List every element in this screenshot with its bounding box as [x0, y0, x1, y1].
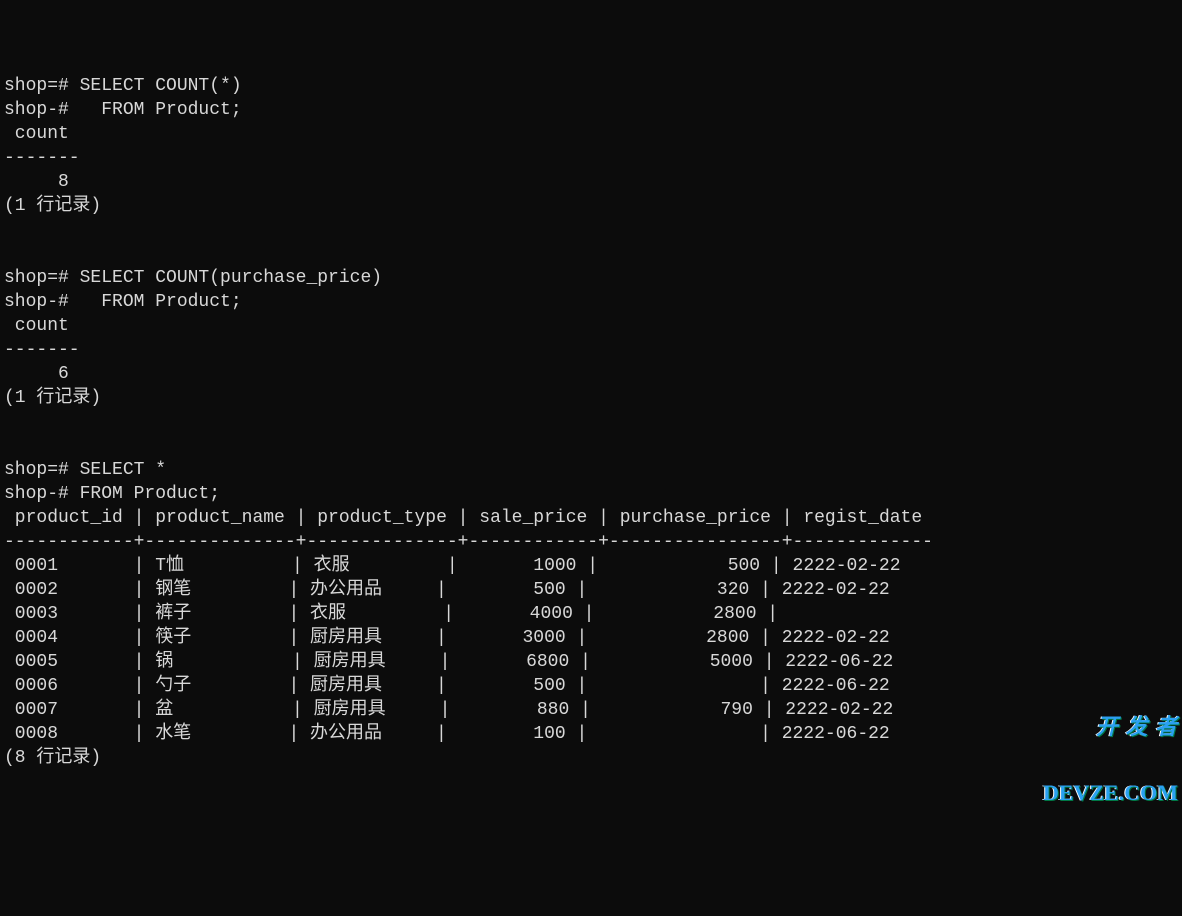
terminal-output: shop=# SELECT COUNT(*) shop-# FROM Produ… [4, 74, 1178, 770]
watermark-line2: DEVZE.COM [1043, 782, 1178, 804]
